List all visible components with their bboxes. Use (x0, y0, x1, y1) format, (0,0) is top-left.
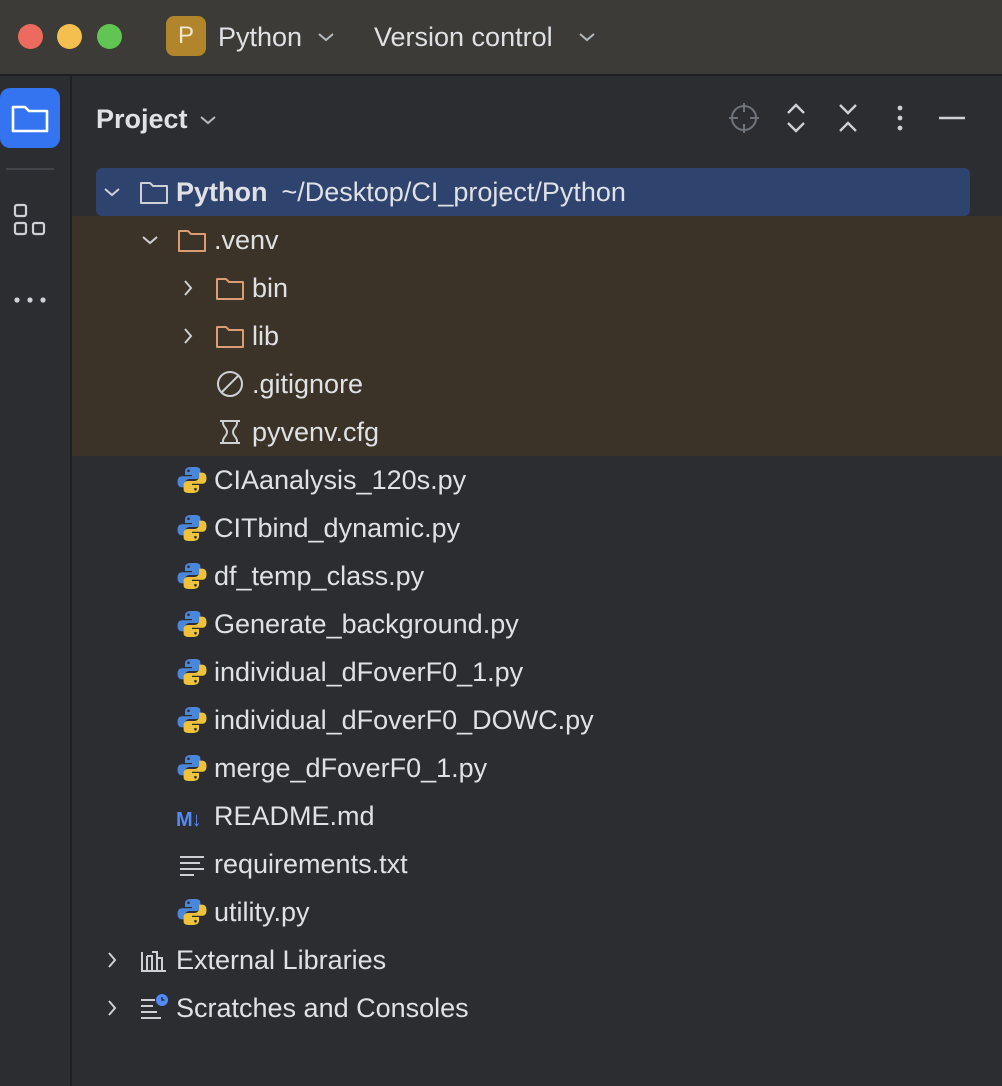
ignored-file-icon (217, 371, 243, 397)
tree-item-label: Scratches and Consoles (176, 993, 469, 1023)
collapse-all-icon[interactable] (830, 100, 866, 136)
tree-row-file[interactable]: df_temp_class.py (72, 552, 1002, 600)
tree-row-file[interactable]: CIAanalysis_120s.py (72, 456, 1002, 504)
tree-item-label: CIAanalysis_120s.py (214, 465, 467, 495)
chevron-right-icon[interactable] (176, 324, 200, 348)
tree-row-file[interactable]: individual_dFoverF0_DOWC.py (72, 696, 1002, 744)
config-file-icon (220, 420, 240, 444)
excluded-folder-icon (216, 278, 244, 300)
chevron-right-icon[interactable] (176, 276, 200, 300)
tree-item-label: Generate_background.py (214, 609, 519, 639)
title-bar: P Python Version control (0, 0, 1002, 76)
chevron-down-icon[interactable] (198, 110, 218, 130)
chevron-down-icon[interactable] (138, 228, 162, 252)
version-control-selector[interactable]: Version control (374, 20, 553, 54)
tree-item-label: requirements.txt (214, 849, 408, 879)
minimize-window-button[interactable] (57, 24, 82, 49)
tree-row-scratches[interactable]: Scratches and Consoles (72, 984, 1002, 1032)
scratches-icon (141, 994, 168, 1019)
python-file-icon (177, 563, 207, 589)
project-badge[interactable]: P (166, 16, 206, 56)
chevron-down-icon[interactable] (577, 27, 597, 47)
python-file-icon (177, 515, 207, 541)
tree-row-file[interactable]: Generate_background.py (72, 600, 1002, 648)
tree-row-file[interactable]: individual_dFoverF0_1.py (72, 648, 1002, 696)
library-icon (141, 951, 166, 972)
tree-item-label: External Libraries (176, 945, 387, 975)
tree-item-label: df_temp_class.py (214, 561, 425, 591)
tree-row-file[interactable]: merge_dFoverF0_1.py (72, 744, 1002, 792)
tree-item-label: lib (252, 321, 280, 351)
chevron-right-icon[interactable] (100, 996, 124, 1020)
tree-row-file[interactable]: CITbind_dynamic.py (72, 504, 1002, 552)
project-tree: Python ~/Desktop/CI_project/Python .venv … (72, 168, 1002, 1032)
tree-item-label: bin (252, 273, 289, 303)
python-file-icon (177, 611, 207, 637)
chevron-right-icon[interactable] (100, 948, 124, 972)
tree-item-label: merge_dFoverF0_1.py (214, 753, 488, 783)
close-window-button[interactable] (18, 24, 43, 49)
root-folder-path: ~/Desktop/CI_project/Python (281, 177, 626, 207)
tree-item-label: pyvenv.cfg (252, 417, 380, 447)
tree-item-label: .venv (214, 225, 279, 255)
hide-panel-icon[interactable] (934, 100, 970, 136)
python-file-icon (177, 707, 207, 733)
structure-icon[interactable] (12, 202, 48, 238)
locate-icon[interactable] (726, 100, 762, 136)
excluded-folder-icon (216, 326, 244, 348)
strip-divider (6, 168, 54, 170)
tree-row-file[interactable]: M↓ README.md (72, 792, 1002, 840)
tree-row-pyvenv-cfg[interactable]: pyvenv.cfg (72, 408, 1002, 456)
python-file-icon (177, 467, 207, 493)
tree-item-label: utility.py (214, 897, 310, 927)
tree-item-label: CITbind_dynamic.py (214, 513, 461, 543)
tree-item-label: individual_dFoverF0_1.py (214, 657, 524, 687)
tree-row-file[interactable]: utility.py (72, 888, 1002, 936)
tree-item-label: README.md (214, 801, 375, 831)
project-tool-button[interactable] (0, 88, 60, 148)
expand-all-icon[interactable] (778, 100, 814, 136)
tree-row-file[interactable]: requirements.txt (72, 840, 1002, 888)
tree-row-lib[interactable]: lib (72, 312, 1002, 360)
root-folder-name: Python (176, 177, 268, 207)
excluded-folder-icon (178, 230, 206, 252)
python-file-icon (177, 755, 207, 781)
options-icon[interactable] (882, 100, 918, 136)
panel-title[interactable]: Project (96, 100, 188, 138)
tree-item-label: .gitignore (252, 369, 364, 399)
zoom-window-button[interactable] (97, 24, 122, 49)
python-file-icon (177, 659, 207, 685)
chevron-down-icon[interactable] (316, 27, 336, 47)
python-file-icon (177, 899, 207, 925)
markdown-file-icon: M↓ (176, 809, 202, 831)
tree-row-bin[interactable]: bin (72, 264, 1002, 312)
tree-row-venv[interactable]: .venv (72, 216, 1002, 264)
tree-row-gitignore[interactable]: .gitignore (72, 360, 1002, 408)
folder-icon (11, 105, 49, 133)
tree-row-external-libraries[interactable]: External Libraries (72, 936, 1002, 984)
more-tools-icon[interactable] (12, 288, 48, 312)
tree-item-label: individual_dFoverF0_DOWC.py (214, 705, 594, 735)
chevron-down-icon[interactable] (100, 180, 124, 204)
folder-icon (140, 182, 168, 204)
tree-row-root[interactable]: Python ~/Desktop/CI_project/Python (72, 168, 1002, 216)
text-file-icon (180, 856, 204, 876)
project-selector[interactable]: Python (218, 20, 302, 54)
